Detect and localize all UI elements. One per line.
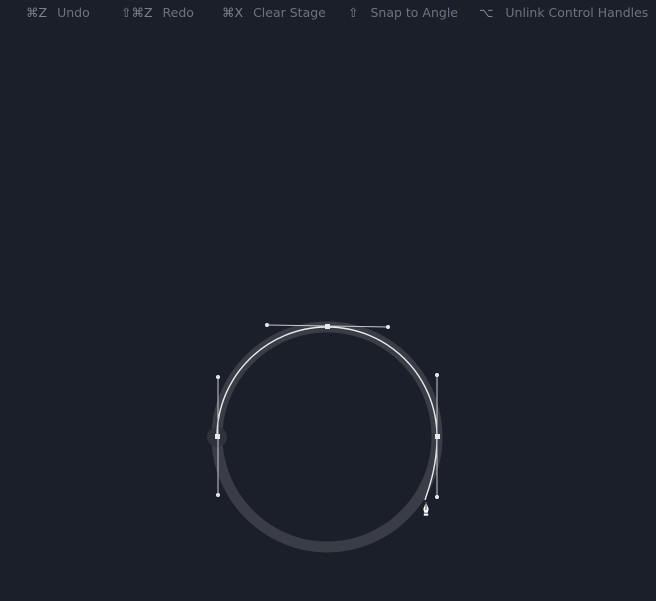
app-stage: ⌘Z Undo ⇧⌘Z Redo ⌘X Clear Stage ⇧ Snap t… [0, 0, 656, 601]
path-shadow [207, 321, 443, 553]
pen-tool-icon [422, 500, 430, 516]
anchor-point[interactable] [325, 324, 330, 329]
handle-point[interactable] [265, 323, 269, 327]
handle-point[interactable] [435, 495, 439, 499]
handle-points[interactable] [216, 323, 439, 499]
bezier-path[interactable] [326, 326, 438, 501]
handle-point[interactable] [435, 373, 439, 377]
handle-point[interactable] [386, 325, 390, 329]
anchor-point[interactable] [435, 434, 440, 439]
handle-point[interactable] [216, 375, 220, 379]
anchor-points[interactable] [215, 324, 440, 439]
drawing-canvas[interactable] [0, 0, 656, 601]
handle-point[interactable] [216, 493, 220, 497]
anchor-point[interactable] [215, 434, 220, 439]
